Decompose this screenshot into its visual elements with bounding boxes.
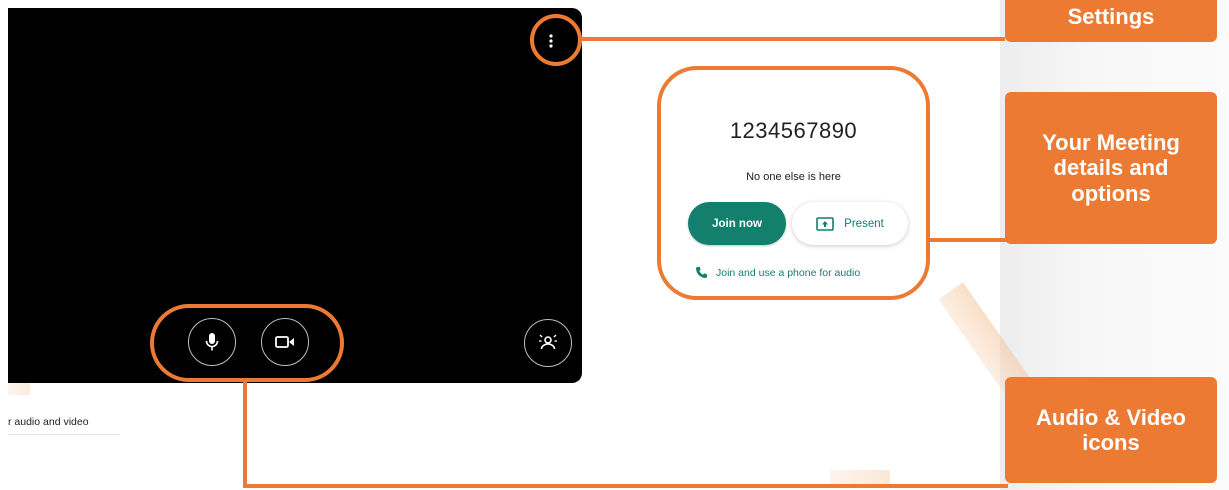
visual-effects-icon	[539, 334, 557, 350]
visual-effects-button[interactable]	[524, 319, 572, 367]
settings-callout-text: Settings	[1067, 4, 1155, 30]
meeting-code: 1234567890	[729, 118, 858, 143]
av-connector-horizontal	[243, 484, 1008, 488]
present-button[interactable]: Present	[792, 202, 908, 245]
decorative-stripe	[830, 470, 890, 484]
settings-connector-line	[580, 37, 1005, 41]
meeting-details-panel: 1234567890 No one else is here Join now …	[657, 66, 930, 300]
audio-video-callout: Audio & Video icons	[1005, 377, 1217, 483]
meeting-details-callout-text: Your Meeting details and options	[1042, 130, 1180, 206]
caption-divider	[8, 434, 120, 435]
phone-audio-link[interactable]: Join and use a phone for audio	[695, 266, 860, 279]
participants-status: No one else is here	[746, 171, 841, 183]
phone-icon	[696, 267, 707, 278]
join-now-button[interactable]: Join now	[688, 202, 786, 245]
present-screen-icon	[816, 216, 834, 231]
details-connector-line	[928, 238, 1008, 242]
av-connector-vertical	[243, 380, 247, 488]
phone-audio-link-label: Join and use a phone for audio	[716, 266, 861, 279]
settings-callout: Settings	[1005, 0, 1217, 42]
meeting-details-callout: Your Meeting details and options	[1005, 92, 1217, 244]
audio-video-callout-text: Audio & Video icons	[1036, 404, 1186, 455]
present-button-label: Present	[844, 217, 884, 230]
settings-highlight-ring	[530, 14, 582, 66]
audio-video-caption: r audio and video	[8, 416, 89, 428]
audio-video-highlight-ring	[150, 304, 344, 382]
